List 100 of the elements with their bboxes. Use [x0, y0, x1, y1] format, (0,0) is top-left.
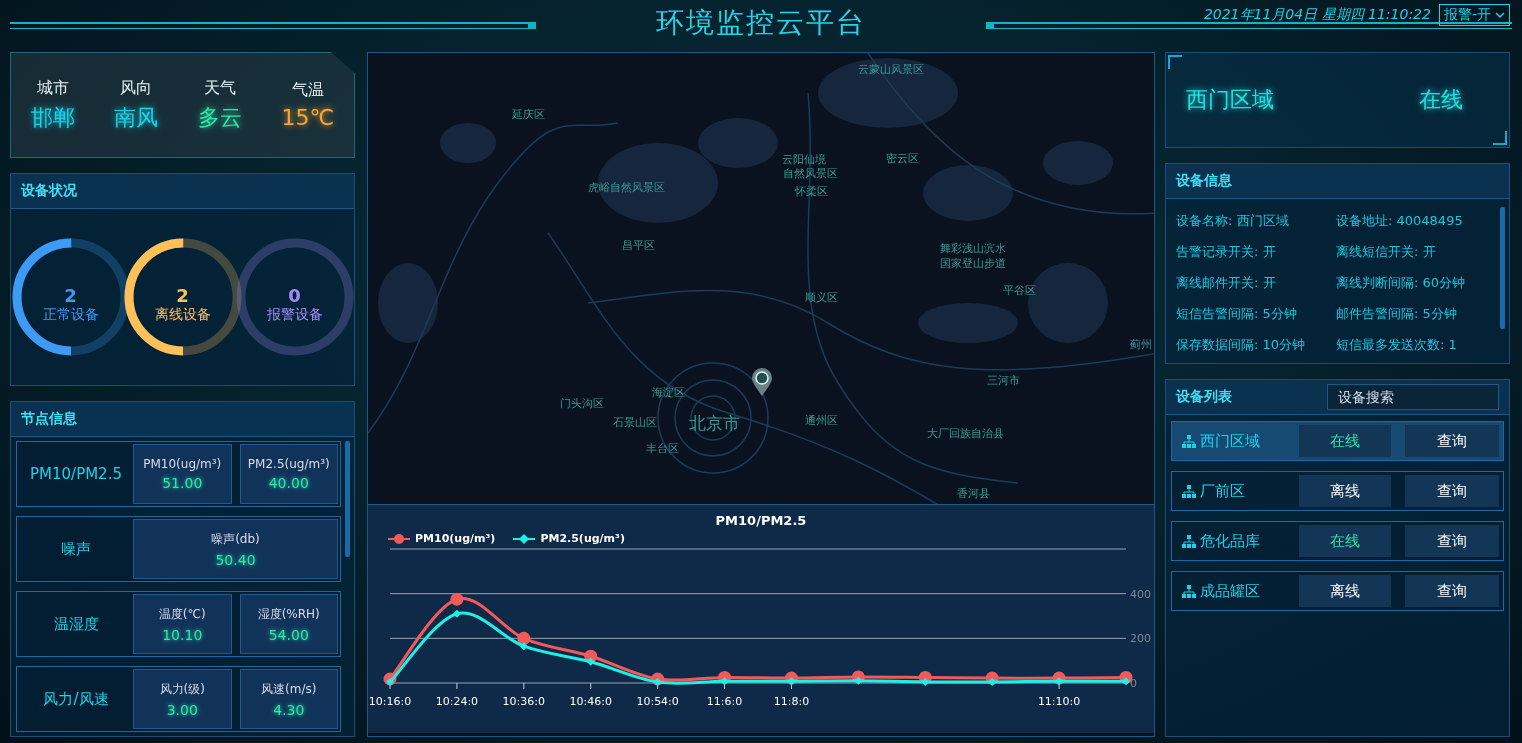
map-label: 云蒙山风景区 [858, 61, 924, 77]
device-count: 2 [64, 285, 77, 306]
metric-value: 40.00 [268, 475, 309, 491]
x-tick-label: 10:54:0 [636, 695, 679, 708]
group-label: 风力/风速 [42, 688, 110, 710]
map-label: 国家登山步道 [940, 255, 1006, 271]
x-tick-label: 11:6:0 [706, 695, 743, 708]
info-item: 邮件告警间隔: 5分钟 [1336, 305, 1458, 323]
alarm-select[interactable]: 报警-开 [1438, 4, 1510, 26]
datetime: 2021年11月04日 星期四 11:10:22 [1203, 6, 1431, 24]
x-tick-label: 10:24:0 [435, 695, 479, 708]
weather-label: 城市 [36, 77, 69, 99]
device-count: 2 [176, 285, 189, 306]
map-label: 北京市 [688, 411, 740, 435]
query-button[interactable]: 查询 [1405, 425, 1499, 457]
status-badge: 在线 [1299, 525, 1391, 557]
map-label: 海淀区 [651, 384, 685, 400]
map-label: 延庆区 [511, 106, 545, 122]
info-item: 保存数据间隔: 10分钟 [1176, 336, 1307, 354]
device-count: 0 [288, 285, 301, 306]
map-label: 通州区 [804, 412, 838, 428]
map-label: 香河县 [956, 485, 990, 501]
device-row[interactable]: 西门区域 在线 查询 [1171, 421, 1504, 461]
panel-title: 设备状况 [21, 182, 77, 200]
weather-label: 风向 [120, 77, 153, 99]
x-tick-label: 11:10:0 [1037, 695, 1081, 708]
info-item: 告警记录开关: 开 [1176, 243, 1277, 261]
info-item: 离线短信开关: 开 [1336, 243, 1437, 261]
metric-name: 风力(级) [159, 680, 205, 698]
status-badge: 离线 [1299, 575, 1391, 607]
device-name: 成品罐区 [1200, 581, 1261, 601]
metric-value: 50.40 [215, 551, 256, 568]
legend-label: PM10(ug/m³) [415, 532, 496, 545]
info-item: 离线判断间隔: 60分钟 [1336, 274, 1467, 292]
map-label: 密云区 [885, 150, 919, 166]
metric-value: 10.10 [162, 626, 203, 643]
info-item: 短信最多发送次数: 1 [1336, 336, 1458, 354]
map-label: 自然风景区 [782, 165, 838, 181]
x-tick-label: 11:8:0 [773, 695, 810, 708]
x-tick-label: 10:16:0 [368, 695, 412, 708]
map-label: 丰台区 [645, 440, 679, 456]
query-button[interactable]: 查询 [1405, 475, 1499, 507]
info-item: 设备名称: 西门区域 [1176, 212, 1290, 230]
map-label: 顺义区 [804, 289, 838, 305]
y-tick-label: 400 [1130, 587, 1151, 601]
x-tick-label: 10:36:0 [502, 695, 545, 708]
map-label: 三河市 [986, 372, 1020, 388]
page-title: 环境监控云平台 [655, 5, 867, 41]
search-field[interactable]: 设备搜索 [1327, 384, 1499, 410]
device-name: 西门区域 [1200, 431, 1261, 451]
chart-title: PM10/PM2.5 [715, 513, 807, 528]
group-label: PM10/PM2.5 [29, 464, 123, 485]
weather-label: 天气 [203, 77, 236, 99]
query-button[interactable]: 查询 [1405, 525, 1499, 557]
device-name: 西门区域 [1186, 86, 1274, 114]
group-label: 温湿度 [52, 613, 100, 635]
device-row[interactable]: 危化品库 在线 查询 [1171, 521, 1504, 561]
weather-label: 气温 [291, 80, 324, 101]
metric-name: 风速(m/s) [261, 680, 317, 698]
panel-title: 节点信息 [21, 410, 77, 428]
y-tick-label: 200 [1130, 632, 1151, 646]
metric-name: PM2.5(ug/m³) [247, 457, 330, 471]
map-label: 蓟州 [1130, 336, 1152, 352]
x-tick-label: 10:46:0 [569, 695, 612, 708]
map-label: 门头沟区 [560, 395, 604, 411]
panel-title: 设备信息 [1176, 172, 1232, 190]
status-badge: 离线 [1299, 475, 1391, 507]
group-label: 噪声 [60, 538, 92, 560]
ring-label: 离线设备 [154, 306, 211, 324]
device-row[interactable]: 厂前区 离线 查询 [1171, 471, 1504, 511]
ring-label: 正常设备 [42, 306, 99, 324]
device-name: 危化品库 [1200, 531, 1261, 551]
metric-name: PM10(ug/m³) [143, 457, 222, 471]
device-name: 厂前区 [1200, 481, 1246, 501]
device-status: 在线 [1419, 86, 1463, 114]
map-label: 大厂回族自治县 [926, 425, 1004, 441]
metric-name: 湿度(%RH) [257, 605, 320, 623]
metric-name: 温度(℃) [158, 605, 206, 623]
metric-name: 噪声(db) [211, 530, 260, 548]
info-item: 设备地址: 40048495 [1336, 212, 1464, 230]
metric-value: 3.00 [166, 701, 198, 718]
device-row[interactable]: 成品罐区 离线 查询 [1171, 571, 1504, 611]
status-badge: 在线 [1299, 425, 1391, 457]
map-label: 石景山区 [613, 414, 657, 430]
weather-value: 南风 [114, 103, 159, 132]
metric-value: 54.00 [268, 626, 309, 643]
panel-title: 设备列表 [1176, 388, 1232, 406]
weather-value: 多云 [197, 103, 242, 132]
info-item: 短信告警间隔: 5分钟 [1176, 305, 1298, 323]
weather-value: 邯郸 [30, 103, 75, 132]
map-label: 虎峪自然风景区 [587, 179, 665, 195]
metric-value: 51.00 [162, 475, 203, 491]
metric-value: 4.30 [273, 701, 305, 718]
query-button[interactable]: 查询 [1405, 575, 1499, 607]
ring-label: 报警设备 [266, 306, 323, 324]
info-item: 离线邮件开关: 开 [1176, 274, 1277, 292]
weather-value: 15℃ [281, 105, 335, 130]
map-label: 舞彩浅山滨水 [940, 240, 1006, 256]
legend-label: PM2.5(ug/m³) [540, 532, 625, 545]
map-label: 昌平区 [621, 237, 655, 253]
